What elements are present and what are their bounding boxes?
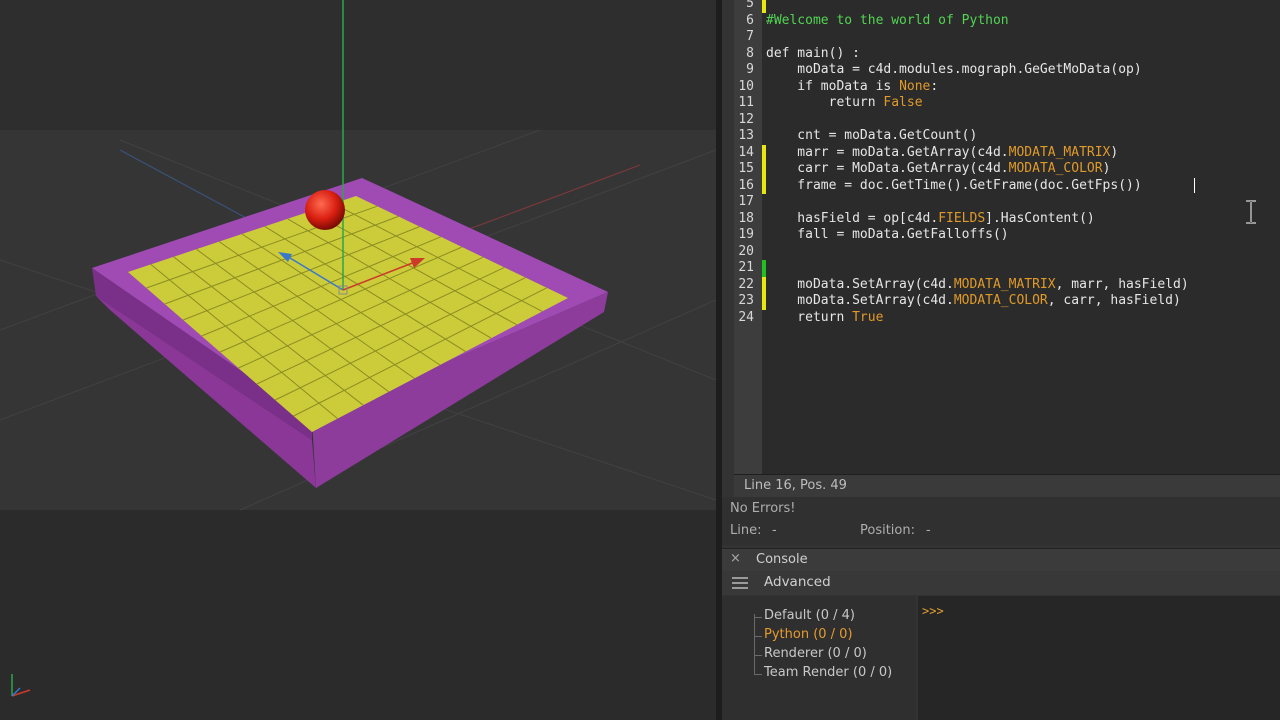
code-line[interactable]: return False — [766, 95, 923, 112]
code-line[interactable]: moData.SetArray(c4d.MODATA_MATRIX, marr,… — [766, 276, 1189, 294]
line-number: 18 — [738, 210, 754, 226]
change-marker — [762, 260, 766, 277]
code-token: None — [899, 78, 931, 94]
code-token: return — [766, 309, 853, 325]
code-token: , carr, hasField) — [1047, 293, 1181, 308]
ibeam-cursor-icon — [1246, 200, 1256, 224]
code-line[interactable]: hasField = op[c4d.FIELDS].HasContent() — [766, 210, 1095, 228]
line-number: 21 — [738, 260, 754, 275]
red-sphere[interactable] — [305, 190, 345, 230]
code-token: , marr, hasField) — [1055, 276, 1189, 292]
code-line[interactable]: if moData is None: — [766, 79, 938, 96]
code-token: moData = c4d.modules.mograph.GeGetMoData… — [766, 62, 1142, 77]
code-token: hasField = op[c4d. — [766, 210, 939, 226]
code-line[interactable]: moData = c4d.modules.mograph.GeGetMoData… — [766, 62, 1142, 79]
line-number: 5 — [746, 0, 754, 11]
code-token: : — [930, 78, 939, 94]
error-position-value: - — [926, 523, 931, 538]
line-number: 9 — [746, 62, 754, 77]
code-token: moData.SetArray(c4d. — [766, 276, 954, 292]
console-channel-item[interactable]: Team Render (0 / 0) — [764, 665, 892, 680]
close-icon[interactable]: × — [730, 551, 741, 566]
code-line[interactable]: marr = moData.GetArray(c4d.MODATA_MATRIX… — [766, 145, 1118, 162]
line-number: 19 — [738, 227, 754, 242]
change-marker — [762, 0, 766, 13]
error-line-value: - — [772, 523, 777, 538]
code-token: moData.SetArray(c4d. — [766, 293, 954, 308]
code-token: #Welcome to the world of Python — [766, 12, 1009, 28]
cursor-position: Line 16, Pos. 49 — [744, 478, 847, 493]
console-tab-label: Console — [756, 552, 808, 567]
line-number: 7 — [746, 29, 754, 44]
code-line[interactable]: def main() : — [766, 46, 860, 63]
code-token: fall = moData.GetFalloffs() — [766, 227, 1009, 242]
line-number: 17 — [738, 194, 754, 209]
code-token: carr = MoData.GetArray(c4d. — [766, 161, 1009, 176]
console-mode-bar: Advanced — [722, 571, 1280, 595]
line-number-gutter: 5 6 7 8 9 10 11 12 13 14 15 16 17 18 19 20 21 22 23 24 — [734, 0, 762, 474]
code-editor[interactable]: 5 6 7 8 9 10 11 12 13 14 15 16 17 18 19 20 21 22 23 24 #Wel… — [734, 0, 1280, 474]
line-number: 20 — [738, 243, 754, 259]
error-position-label: Position: — [860, 523, 915, 538]
code-token: cnt = moData.GetCount() — [766, 128, 978, 143]
tree-connector — [754, 614, 755, 674]
code-line[interactable]: frame = doc.GetTime().GetFrame(doc.GetFp… — [766, 177, 1142, 195]
tree-connector-branch — [754, 636, 762, 637]
line-number: 14 — [738, 144, 754, 160]
line-number: 22 — [738, 276, 754, 292]
line-number: 10 — [738, 78, 754, 94]
code-line[interactable]: carr = MoData.GetArray(c4d.MODATA_COLOR) — [766, 161, 1110, 178]
python-panel: 5 6 7 8 9 10 11 12 13 14 15 16 17 18 19 20 21 22 23 24 #Wel… — [722, 0, 1280, 720]
code-line[interactable]: #Welcome to the world of Python — [766, 13, 1009, 30]
code-token: ) — [1110, 144, 1119, 160]
code-token: return — [766, 95, 884, 110]
code-token: ].HasContent() — [985, 210, 1095, 226]
line-number: 15 — [738, 161, 754, 176]
code-line[interactable]: fall = moData.GetFalloffs() — [766, 227, 1009, 244]
console-prompt: >>> — [922, 604, 944, 618]
tree-connector-branch — [754, 617, 762, 618]
line-number: 23 — [738, 293, 754, 308]
line-number: 12 — [738, 111, 754, 127]
tree-connector-branch — [754, 655, 762, 656]
console-channel-item[interactable]: Python (0 / 0) — [764, 627, 853, 642]
code-token: if moData is — [766, 78, 900, 94]
line-number: 24 — [738, 309, 754, 325]
line-number: 16 — [738, 177, 754, 193]
advanced-mode-label[interactable]: Advanced — [764, 574, 831, 590]
line-number: 8 — [746, 45, 754, 61]
console-channel-tree: Default (0 / 4) Python (0 / 0) Renderer (0… — [722, 596, 916, 720]
line-number: 13 — [738, 128, 754, 143]
code-line[interactable]: moData.SetArray(c4d.MODATA_COLOR, carr, … — [766, 293, 1181, 310]
editor-status-bar: Line 16, Pos. 49 — [734, 474, 1280, 497]
code-token: MODATA_COLOR — [953, 293, 1048, 308]
code-token: True — [852, 309, 884, 325]
code-token: FIELDS — [938, 210, 986, 226]
viewport-scene[interactable] — [0, 0, 716, 720]
code-line[interactable]: return True — [766, 310, 883, 327]
line-number: 11 — [738, 95, 754, 110]
console-tab[interactable]: × Console — [722, 548, 1280, 571]
code-token: ) — [1102, 161, 1111, 176]
code-token: False — [883, 95, 923, 110]
error-message: No Errors! — [730, 501, 796, 516]
text-caret — [1194, 178, 1195, 193]
tree-connector-branch — [754, 674, 762, 675]
code-token: frame = doc.GetTime().GetFrame(doc.GetFp… — [766, 177, 1142, 193]
console-channel-item[interactable]: Renderer (0 / 0) — [764, 646, 867, 661]
code-token: MODATA_COLOR — [1008, 161, 1103, 176]
console-output[interactable]: >>> — [918, 596, 1280, 720]
code-token: MODATA_MATRIX — [1008, 144, 1111, 160]
error-panel: No Errors! Line: - Position: - — [722, 497, 1280, 545]
code-token: marr = moData.GetArray(c4d. — [766, 144, 1009, 160]
error-line-label: Line: — [730, 523, 762, 538]
code-token: MODATA_MATRIX — [953, 276, 1056, 292]
console-channel-item[interactable]: Default (0 / 4) — [764, 608, 855, 623]
line-number: 6 — [746, 12, 754, 28]
code-token: def main() : — [766, 45, 860, 61]
viewport-3d[interactable] — [0, 0, 716, 720]
viewport-lower-area — [0, 510, 716, 720]
code-line[interactable]: cnt = moData.GetCount() — [766, 128, 977, 145]
hamburger-menu-icon[interactable] — [732, 577, 748, 589]
